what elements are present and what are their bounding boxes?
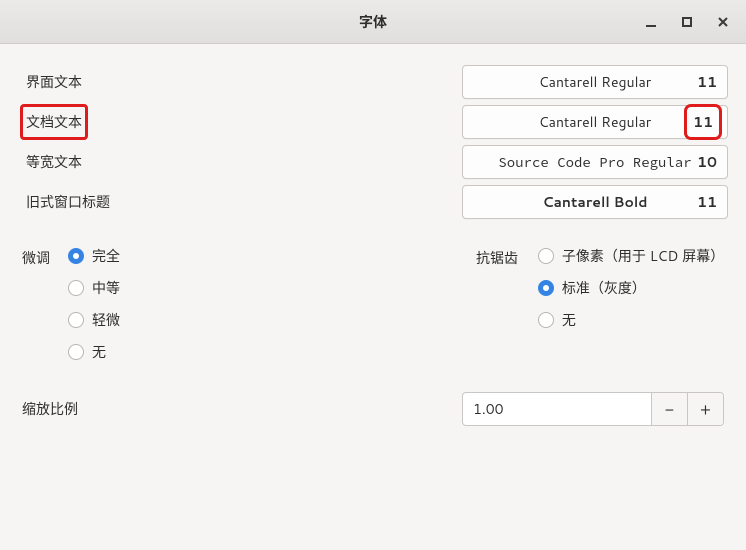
font-picker-legacy-title[interactable]: Cantarell Bold 11 bbox=[462, 185, 728, 219]
label-monospace-text: 等宽文本 bbox=[22, 146, 86, 178]
antialias-group: 抗锯齿 子像素（用于 LCD 屏幕） 标准（灰度） 无 bbox=[476, 246, 724, 362]
radio-icon bbox=[538, 280, 554, 296]
font-size: 10 bbox=[697, 152, 717, 172]
font-name: Cantarell Bold bbox=[463, 192, 727, 212]
radio-icon bbox=[68, 344, 84, 360]
font-picker-interface[interactable]: Cantarell Regular 11 bbox=[462, 65, 728, 99]
radio-hinting-medium[interactable]: 中等 bbox=[68, 278, 120, 298]
font-name: Source Code Pro Regular bbox=[463, 153, 727, 171]
radio-label: 无 bbox=[562, 310, 576, 330]
radio-antialias-standard[interactable]: 标准（灰度） bbox=[538, 278, 724, 298]
font-picker-document[interactable]: Cantarell Regular 11 bbox=[462, 105, 728, 139]
radio-label: 轻微 bbox=[92, 310, 120, 330]
maximize-button[interactable] bbox=[678, 13, 696, 31]
label-scale: 缩放比例 bbox=[22, 399, 462, 419]
font-size: 11 bbox=[689, 109, 717, 135]
radio-hinting-full[interactable]: 完全 bbox=[68, 246, 120, 266]
font-size: 11 bbox=[697, 192, 717, 212]
radio-icon bbox=[68, 248, 84, 264]
font-picker-monospace[interactable]: Source Code Pro Regular 10 bbox=[462, 145, 728, 179]
label-hinting: 微调 bbox=[22, 246, 68, 268]
radio-hinting-slight[interactable]: 轻微 bbox=[68, 310, 120, 330]
font-size: 11 bbox=[697, 72, 717, 92]
window-controls bbox=[642, 13, 746, 31]
font-name: Cantarell Regular bbox=[463, 72, 727, 92]
close-button[interactable] bbox=[714, 13, 732, 31]
radio-icon bbox=[68, 312, 84, 328]
radio-label: 完全 bbox=[92, 246, 120, 266]
scale-spinbutton[interactable]: 1.00 − + bbox=[462, 392, 724, 426]
content-area: 界面文本 Cantarell Regular 11 文档文本 Cantarell… bbox=[0, 44, 746, 444]
radio-icon bbox=[68, 280, 84, 296]
label-antialias: 抗锯齿 bbox=[476, 246, 538, 268]
radio-icon bbox=[538, 248, 554, 264]
radio-label: 子像素（用于 LCD 屏幕） bbox=[562, 246, 724, 266]
radio-antialias-subpixel[interactable]: 子像素（用于 LCD 屏幕） bbox=[538, 246, 724, 266]
radio-label: 标准（灰度） bbox=[562, 278, 646, 298]
scale-decrement-button[interactable]: − bbox=[651, 393, 687, 425]
radio-label: 无 bbox=[92, 342, 106, 362]
label-document-text: 文档文本 bbox=[22, 106, 86, 138]
radio-label: 中等 bbox=[92, 278, 120, 298]
scale-increment-button[interactable]: + bbox=[687, 393, 723, 425]
scale-value[interactable]: 1.00 bbox=[463, 393, 651, 425]
titlebar: 字体 bbox=[0, 0, 746, 44]
window-title: 字体 bbox=[0, 12, 746, 32]
font-name: Cantarell Regular bbox=[463, 112, 727, 132]
label-legacy-title: 旧式窗口标题 bbox=[22, 186, 114, 218]
hinting-group: 微调 完全 中等 轻微 无 bbox=[22, 246, 476, 362]
minimize-button[interactable] bbox=[642, 13, 660, 31]
radio-antialias-none[interactable]: 无 bbox=[538, 310, 724, 330]
radio-hinting-none[interactable]: 无 bbox=[68, 342, 120, 362]
radio-icon bbox=[538, 312, 554, 328]
label-interface-text: 界面文本 bbox=[22, 66, 86, 98]
